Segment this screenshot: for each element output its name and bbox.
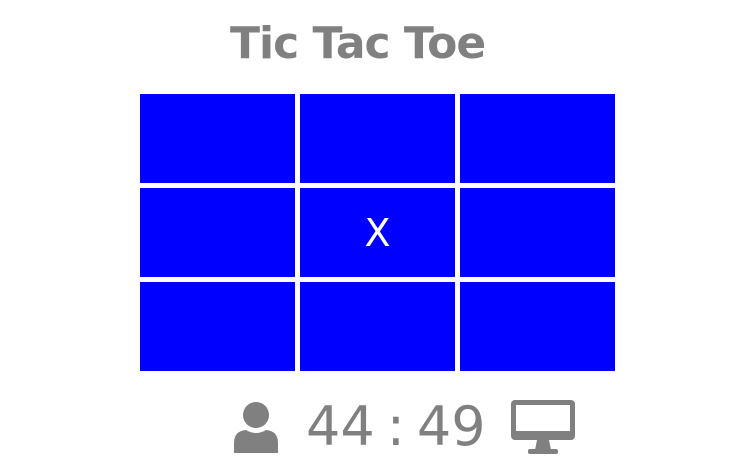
tic-tac-toe-page: Tic Tac Toe X 44 : 49 xyxy=(0,0,752,471)
board-cell-2-2[interactable]: X xyxy=(300,188,455,277)
board-cell-3-1[interactable] xyxy=(140,282,295,371)
board-cell-1-3[interactable] xyxy=(460,94,615,183)
player-score: 44 xyxy=(306,395,375,458)
board-cell-3-2[interactable] xyxy=(300,282,455,371)
game-board: X xyxy=(140,94,615,372)
desktop-monitor-icon xyxy=(510,399,576,455)
score-separator: : xyxy=(386,395,405,458)
board-cell-1-1[interactable] xyxy=(140,94,295,183)
user-icon xyxy=(232,401,280,453)
game-title: Tic Tac Toe xyxy=(230,18,486,69)
computer-score: 49 xyxy=(416,395,486,458)
board-cell-2-1[interactable] xyxy=(140,188,295,277)
scoreboard: 44 : 49 xyxy=(232,394,576,460)
board-cell-3-3[interactable] xyxy=(460,282,615,371)
board-cell-2-3[interactable] xyxy=(460,188,615,277)
board-cell-1-2[interactable] xyxy=(300,94,455,183)
